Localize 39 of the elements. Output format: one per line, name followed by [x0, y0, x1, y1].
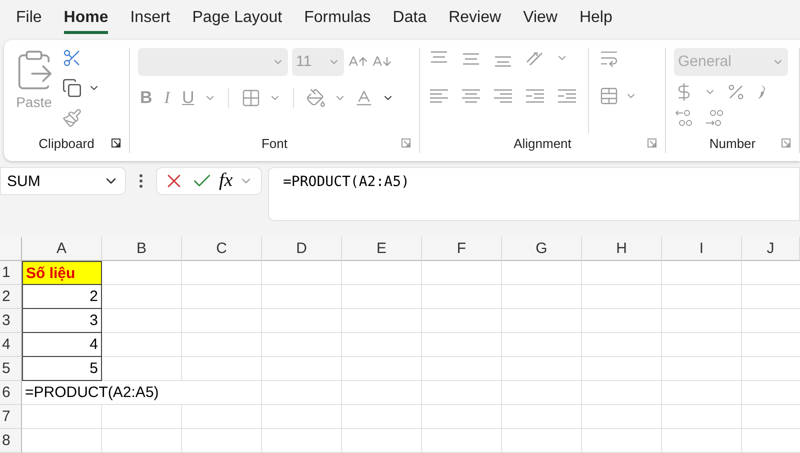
row-header[interactable]: 1 — [0, 261, 22, 285]
ribbon-tab[interactable]: Home — [64, 3, 108, 34]
insert-function-button[interactable]: fx — [219, 170, 233, 192]
row-header[interactable]: 4 — [0, 333, 22, 357]
ribbon-tab[interactable]: Page Layout — [192, 3, 282, 34]
column-header[interactable]: D — [262, 237, 342, 261]
column-header[interactable]: I — [662, 237, 742, 261]
ribbon-tab[interactable]: Help — [579, 3, 612, 34]
column-header[interactable]: J — [742, 237, 800, 261]
group-title: Font — [261, 136, 288, 151]
row-header[interactable]: 2 — [0, 285, 22, 309]
name-box[interactable]: SUM — [0, 167, 126, 196]
table-cell[interactable]: 3 — [22, 309, 102, 333]
column-header[interactable]: G — [502, 237, 582, 261]
ribbon-tab[interactable]: Formulas — [304, 3, 371, 34]
row-header[interactable]: 6 — [0, 381, 22, 405]
group-title: Alignment — [514, 136, 572, 151]
column-header[interactable]: A — [22, 237, 102, 261]
column-header[interactable]: B — [102, 237, 182, 261]
row-header[interactable]: 5 — [0, 357, 22, 381]
row-header[interactable]: 7 — [0, 405, 22, 429]
row-header[interactable]: 8 — [0, 429, 22, 453]
row-header[interactable]: 3 — [0, 309, 22, 333]
group-title: Number — [709, 136, 756, 151]
table-cell[interactable]: 4 — [22, 333, 102, 357]
table-cell[interactable]: Số liệu — [22, 261, 102, 285]
column-header[interactable]: F — [422, 237, 502, 261]
ribbon-tab[interactable]: Insert — [130, 3, 170, 34]
select-all-button[interactable] — [0, 237, 22, 261]
formula-field[interactable]: =PRODUCT(A2:A5) — [268, 167, 800, 222]
ribbon-tab[interactable]: View — [523, 3, 558, 34]
ribbon-tab[interactable]: Review — [448, 3, 502, 34]
table-cell[interactable]: 2 — [22, 285, 102, 309]
ribbon-tab[interactable]: File — [16, 3, 42, 34]
ribbon-tab[interactable]: Data — [392, 3, 427, 34]
column-header[interactable]: E — [342, 237, 422, 261]
group-title: Clipboard — [38, 136, 94, 151]
column-header[interactable]: C — [182, 237, 262, 261]
column-header[interactable]: H — [582, 237, 662, 261]
